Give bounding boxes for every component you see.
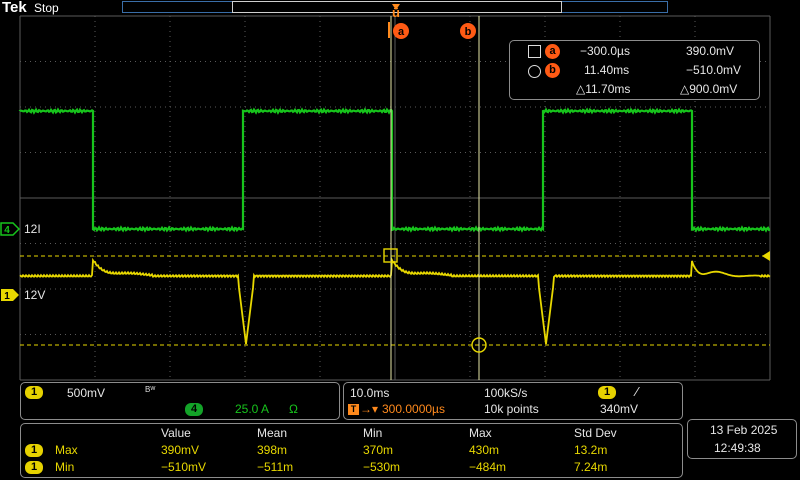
trigger-level-arrow[interactable] <box>762 251 770 261</box>
sample-rate: 100kS/s <box>484 386 528 400</box>
ch4-scale-badge[interactable]: 4 <box>185 403 204 416</box>
ch1-scale[interactable]: 500mV <box>67 386 105 400</box>
measurement-max: −484m <box>469 460 507 474</box>
delta-time: △11.70ms <box>576 82 631 96</box>
trigger-t-icon: T <box>348 404 359 415</box>
measurement-row-source-badge[interactable]: 1 <box>25 444 44 457</box>
horizontal-trigger-panel[interactable]: 10.0ms 100kS/s 1 ⁄ T →▾ 300.0000µs 10k p… <box>343 382 683 420</box>
ch4-label: 12I <box>24 222 41 236</box>
measurement-value: 390mV <box>161 443 200 457</box>
trigger-slope-icon: ⁄ <box>636 384 639 399</box>
cursor-readout-panel[interactable]: a −300.0µs 390.0mV b 11.40ms −510.0mV △1… <box>509 40 760 100</box>
trigger-delay-arrow: →▾ <box>360 402 379 416</box>
ch4-impedance: Ω <box>289 402 298 416</box>
trigger-level[interactable]: 340mV <box>600 402 638 416</box>
cursor-b-value: −510.0mV <box>686 63 742 77</box>
measurement-row-source-badge[interactable]: 1 <box>25 461 44 474</box>
circle-cursor-icon <box>528 65 541 78</box>
cursor-a-value: 390.0mV <box>686 44 735 58</box>
measurement-header-value: Value <box>161 426 191 440</box>
measurement-row-name[interactable]: Max <box>55 443 78 457</box>
measurement-mean: −511m <box>257 460 294 474</box>
cursor-a-badge: a <box>545 44 560 59</box>
measurement-header-max: Max <box>469 426 492 440</box>
measurement-stddev: 13.2m <box>574 443 608 457</box>
trigger-source-badge[interactable]: 1 <box>598 386 617 399</box>
cursor-b-tag[interactable]: b <box>460 23 476 39</box>
time: 12:49:38 <box>714 441 761 455</box>
measurement-header-min: Min <box>363 426 383 440</box>
ch1-scale-badge[interactable]: 1 <box>25 386 44 399</box>
measurement-mean: 398m <box>257 443 288 457</box>
cursor-b-tag-label: b <box>465 26 472 38</box>
ch1-ground-marker[interactable]: 1 <box>0 288 20 307</box>
cursor-b-badge: b <box>545 63 560 78</box>
cursor-a-time: −300.0µs <box>580 44 630 58</box>
measurement-min: −530m <box>363 460 401 474</box>
measurement-stddev: 7.24m <box>574 460 608 474</box>
trigger-position[interactable]: 300.0000µs <box>382 402 445 416</box>
ch4-ground-marker[interactable]: 4 <box>0 222 21 241</box>
measurements-panel[interactable]: Value Mean Min Max Std Dev 1 Max 390mV 3… <box>20 423 683 478</box>
ch1-label: 12V <box>24 288 46 302</box>
ch4-scale[interactable]: 25.0 A <box>235 402 269 416</box>
measurement-header-stddev: Std Dev <box>574 426 617 440</box>
clock-panel: 13 Feb 2025 12:49:38 <box>687 419 797 459</box>
timebase[interactable]: 10.0ms <box>350 386 389 400</box>
delta-value: △900.0mV <box>680 82 738 96</box>
vertical-settings-panel[interactable]: 1 500mV Bᵂ 4 25.0 A Ω <box>20 382 340 420</box>
bandwidth-limit-indicator: Bᵂ <box>145 385 156 394</box>
cursor-b-time: 11.40ms <box>584 63 630 77</box>
cursor-a-tag-label: a <box>398 26 405 38</box>
cursor-a-tag[interactable]: a <box>388 22 409 39</box>
date: 13 Feb 2025 <box>710 423 778 437</box>
square-cursor-icon <box>528 45 541 58</box>
measurement-header-mean: Mean <box>257 426 288 440</box>
record-length: 10k points <box>484 402 539 416</box>
ch4-marker-number: 4 <box>4 225 10 236</box>
trigger-position-marker[interactable]: ū <box>392 4 400 20</box>
measurement-max: 430m <box>469 443 500 457</box>
ch1-marker-number: 1 <box>4 291 10 302</box>
measurement-row-name[interactable]: Min <box>55 460 74 474</box>
measurement-min: 370m <box>363 443 394 457</box>
measurement-value: −510mV <box>161 460 207 474</box>
